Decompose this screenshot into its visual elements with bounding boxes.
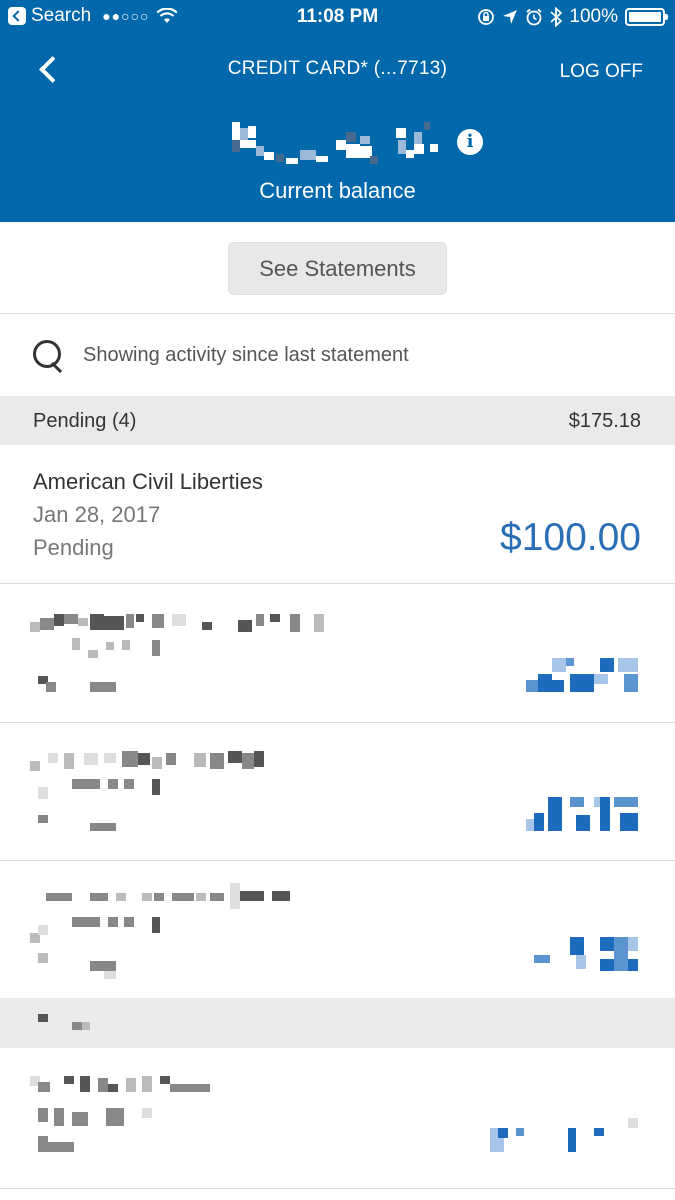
log-off-button[interactable]: LOG OFF: [560, 61, 643, 83]
transaction-row-redacted[interactable]: [0, 861, 675, 998]
alarm-clock-icon: [526, 8, 542, 26]
pending-section-header: Pending (4) $175.18: [0, 396, 675, 445]
info-icon[interactable]: i: [457, 129, 483, 155]
status-bar: Search ●●○○○ 11:08 PM 100%: [0, 0, 675, 34]
transaction-status: Pending: [33, 535, 114, 560]
statements-area: See Statements: [0, 222, 675, 314]
transaction-date: Jan 28, 2017: [33, 502, 161, 527]
current-balance-amount-redacted: [228, 122, 438, 164]
pending-title: Pending (4): [33, 410, 137, 432]
transaction-row[interactable]: American Civil Liberties Jan 28, 2017 Pe…: [0, 445, 675, 584]
bluetooth-icon: [550, 7, 563, 27]
search-icon[interactable]: [33, 340, 67, 374]
transaction-amount: $100.00: [500, 516, 641, 559]
location-arrow-icon: [503, 10, 518, 24]
transaction-merchant: American Civil Liberties: [33, 469, 263, 494]
transaction-row-redacted[interactable]: [0, 584, 675, 722]
pending-total: $175.18: [568, 410, 641, 432]
transaction-row-redacted[interactable]: [0, 1048, 675, 1188]
current-balance-label: Current balance: [259, 178, 416, 203]
activity-filter-text[interactable]: Showing activity since last statement: [83, 344, 409, 367]
transaction-row-redacted[interactable]: [0, 723, 675, 860]
see-statements-button[interactable]: See Statements: [228, 242, 447, 295]
section-header-redacted: [0, 998, 675, 1048]
rotation-lock-icon: [478, 9, 495, 25]
battery-icon: [625, 8, 668, 26]
status-bar-right: 100%: [477, 6, 668, 28]
battery-percent: 100%: [569, 6, 618, 27]
account-header: CREDIT CARD* (...7713) LOG OFF i Current…: [0, 34, 675, 222]
activity-filter-row[interactable]: Showing activity since last statement: [0, 314, 675, 396]
row-divider: [0, 1188, 675, 1189]
